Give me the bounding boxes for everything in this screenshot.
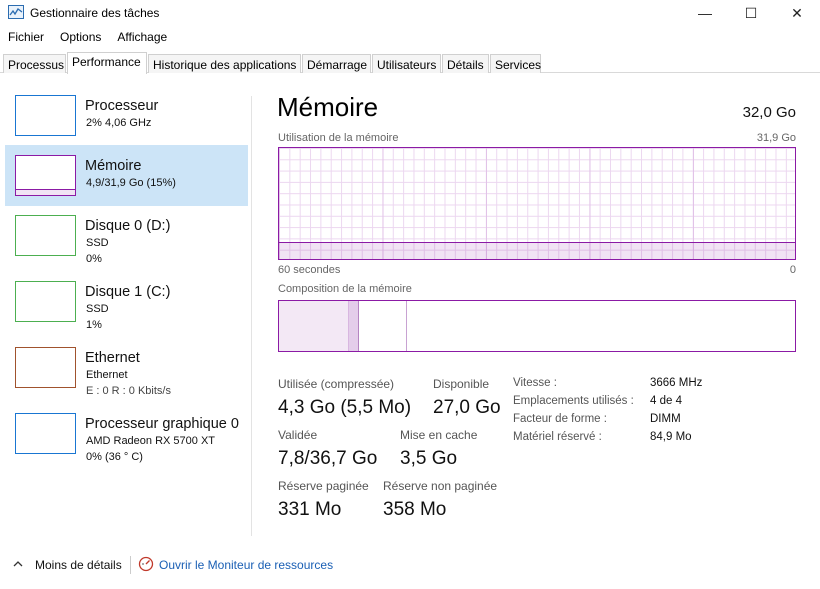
resource-detail: 0% [86,253,102,265]
resource-name: Disque 1 (C:) [85,284,171,300]
available-label: Disponible [433,377,490,391]
resource-monitor-icon[interactable] [138,556,154,572]
speed-value: 3666 MHz [650,377,703,389]
form-factor-value: DIMM [650,413,681,425]
available-value: 27,0 Go [433,397,501,418]
open-resource-monitor-link[interactable]: Ouvrir le Moniteur de ressources [159,558,333,572]
resource-detail: 4,9/31,9 Go (15%) [86,177,176,189]
resource-item-gpu[interactable]: Processeur graphique 0 AMD Radeon RX 570… [5,403,248,464]
used-value: 4,3 Go (5,5 Mo) [278,397,412,418]
menu-affichage[interactable]: Affichage [109,28,175,48]
minimize-icon: — [698,5,712,21]
tab-services[interactable]: Services [490,54,541,73]
tab-demarrage[interactable]: Démarrage [302,54,371,73]
usage-graph-max: 31,9 Go [756,132,796,144]
tab-bar: Processus Performance Historique des app… [0,52,820,74]
panel-divider[interactable] [251,96,252,536]
cached-value: 3,5 Go [400,448,458,469]
resource-item-disque-0[interactable]: Disque 0 (D:) SSD 0% [5,205,248,266]
maximize-button[interactable]: ☐ [728,0,774,26]
usage-fill [279,242,795,259]
minimize-button[interactable]: — [682,0,728,26]
resource-detail: Ethernet [86,369,128,381]
slots-value: 4 de 4 [650,395,682,407]
speed-label: Vitesse : [513,377,557,389]
tab-details[interactable]: Détails [442,54,489,73]
reserved-label: Matériel réservé : [513,431,602,443]
close-icon: ✕ [791,4,803,21]
resource-name: Ethernet [85,350,140,366]
paged-pool-label: Réserve paginée [278,479,369,493]
task-manager-icon [8,5,24,19]
nonpaged-pool-label: Réserve non paginée [383,479,498,493]
memory-usage-graph [278,147,796,260]
tab-performance[interactable]: Performance [67,52,147,74]
memory-composition-bar [278,300,796,352]
menu-options[interactable]: Options [52,28,109,48]
resource-list: Processeur 2% 4,06 GHz Mémoire 4,9/31,9 … [0,80,252,536]
footer-separator [130,556,131,574]
less-details-button[interactable]: Moins de détails [35,558,122,572]
tab-processus[interactable]: Processus [3,54,66,73]
committed-value: 7,8/36,7 Go [278,448,378,469]
slots-label: Emplacements utilisés : [513,395,634,407]
form-factor-label: Facteur de forme : [513,413,607,425]
resource-item-memoire[interactable]: Mémoire 4,9/31,9 Go (15%) [5,145,248,206]
memory-thumbnail-graph [15,155,76,196]
disk0-thumbnail-graph [15,215,76,256]
resource-detail: SSD [86,237,109,249]
tab-utilisateurs[interactable]: Utilisateurs [372,54,441,73]
graph-time-left: 60 secondes [278,264,341,276]
resource-detail: 1% [86,319,102,331]
reserved-value: 84,9 Mo [650,431,692,443]
cpu-thumbnail-graph [15,95,76,136]
menu-fichier[interactable]: Fichier [0,28,52,48]
tab-historique[interactable]: Historique des applications [148,54,301,73]
resource-item-processeur[interactable]: Processeur 2% 4,06 GHz [5,85,248,146]
resource-name: Disque 0 (D:) [85,218,171,234]
used-label: Utilisée (compressée) [278,377,395,391]
window-title: Gestionnaire des tâches [30,6,160,20]
composition-modified[interactable] [349,301,359,351]
resource-name: Processeur graphique 0 [85,416,239,432]
cached-label: Mise en cache [400,428,478,442]
chevron-up-icon[interactable] [12,558,24,570]
ethernet-thumbnail-graph [15,347,76,388]
resource-detail: 0% (36 ° C) [86,451,143,463]
resource-name: Processeur [85,98,159,114]
resource-name: Mémoire [85,158,142,174]
gpu-thumbnail-graph [15,413,76,454]
resource-detail: SSD [86,303,109,315]
resource-detail: AMD Radeon RX 5700 XT [86,435,216,447]
disk1-thumbnail-graph [15,281,76,322]
composition-in-use[interactable] [279,301,349,351]
close-button[interactable]: ✕ [774,0,820,26]
committed-label: Validée [278,428,318,442]
maximize-icon: ☐ [744,4,758,21]
nonpaged-pool-value: 358 Mo [383,499,447,520]
memory-total: 32,0 Go [742,104,796,121]
title-bar: Gestionnaire des tâches — ☐ ✕ [0,0,820,26]
graph-time-right: 0 [789,264,796,276]
resource-detail: 2% 4,06 GHz [86,117,152,129]
resource-item-ethernet[interactable]: Ethernet Ethernet E : 0 R : 0 Kbits/s [5,337,248,398]
composition-label: Composition de la mémoire [278,283,412,295]
resource-detail: E : 0 R : 0 Kbits/s [86,385,171,397]
resource-item-disque-1[interactable]: Disque 1 (C:) SSD 1% [5,271,248,332]
paged-pool-value: 331 Mo [278,499,342,520]
footer: Moins de détails Ouvrir le Moniteur de r… [0,548,820,582]
page-title: Mémoire [277,92,379,122]
composition-standby[interactable] [359,301,407,351]
usage-graph-label: Utilisation de la mémoire [278,132,399,144]
menu-bar: Fichier Options Affichage [0,28,175,48]
